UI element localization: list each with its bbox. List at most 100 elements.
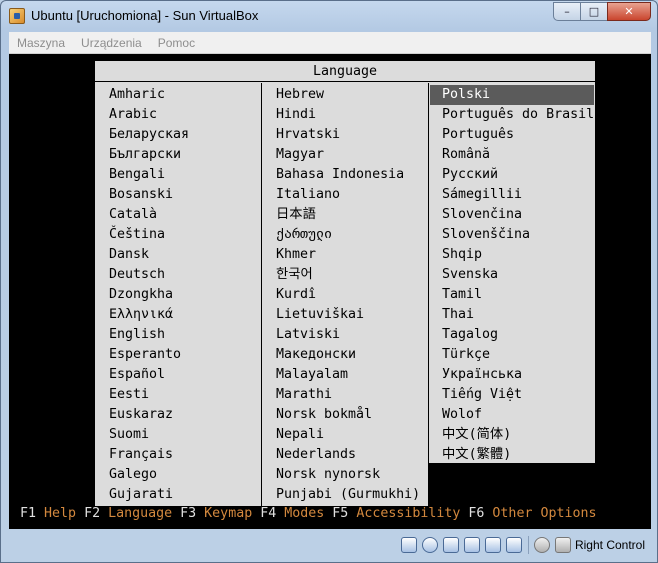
language-option[interactable]: Português do Brasil xyxy=(442,105,594,125)
fkey-key: F1 xyxy=(20,506,37,521)
language-option[interactable]: Ελληνικά xyxy=(109,305,261,325)
fkey-accessibility[interactable]: F5 Accessibility xyxy=(332,506,460,521)
language-option[interactable]: Lietuviškai xyxy=(276,305,428,325)
language-option[interactable]: Hebrew xyxy=(276,85,428,105)
language-option[interactable]: Esperanto xyxy=(109,345,261,365)
language-option[interactable]: Čeština xyxy=(109,225,261,245)
language-column-3: Polski Português do Brasil Português Română… xyxy=(430,85,594,465)
language-option[interactable]: Català xyxy=(109,205,261,225)
language-option[interactable]: Bahasa Indonesia xyxy=(276,165,428,185)
minimize-button[interactable]: – xyxy=(553,2,581,21)
language-option[interactable]: Thai xyxy=(442,305,594,325)
maximize-button[interactable]: □ xyxy=(580,2,608,21)
language-option[interactable]: Kurdî xyxy=(276,285,428,305)
cd-icon[interactable] xyxy=(421,537,438,553)
language-option[interactable]: Svenska xyxy=(442,265,594,285)
language-option[interactable]: Tiếng Việt xyxy=(442,385,594,405)
language-option[interactable]: Italiano xyxy=(276,185,428,205)
language-option[interactable]: Português xyxy=(442,125,594,145)
language-option[interactable]: ქართული xyxy=(276,225,428,245)
language-option[interactable]: Marathi xyxy=(276,385,428,405)
language-option[interactable]: Galego xyxy=(109,465,261,485)
mouse-integration-icon[interactable] xyxy=(533,537,550,553)
language-option[interactable]: Français xyxy=(109,445,261,465)
language-option[interactable]: Suomi xyxy=(109,425,261,445)
language-option[interactable]: Română xyxy=(442,145,594,165)
language-option[interactable]: Русский xyxy=(442,165,594,185)
language-option[interactable]: 中文(简体) xyxy=(442,425,594,445)
dialog-title: Language xyxy=(95,61,595,82)
language-option[interactable]: Shqip xyxy=(442,245,594,265)
title-bar[interactable]: Ubuntu [Uruchomiona] - Sun VirtualBox – … xyxy=(1,1,657,31)
fkey-label: Other Options xyxy=(492,506,597,521)
network-icon[interactable] xyxy=(505,537,522,553)
column-separator xyxy=(428,83,429,506)
language-option[interactable]: Español xyxy=(109,365,261,385)
menu-help[interactable]: Pomoc xyxy=(150,36,203,50)
fkey-language[interactable]: F2 Language xyxy=(84,506,172,521)
vm-display[interactable]: Language Amharic Arabic Беларуская Българск… xyxy=(9,54,651,529)
fkey-label: Modes xyxy=(284,506,325,521)
status-separator xyxy=(527,536,529,554)
fkey-keymap[interactable]: F3 Keymap xyxy=(180,506,252,521)
language-option[interactable]: Euskaraz xyxy=(109,405,261,425)
language-option[interactable]: Български xyxy=(109,145,261,165)
fkey-help[interactable]: F1 Help xyxy=(20,506,76,521)
fkey-label: Help xyxy=(44,506,77,521)
language-option[interactable]: Hrvatski xyxy=(276,125,428,145)
language-option[interactable]: Norsk nynorsk xyxy=(276,465,428,485)
language-option[interactable]: Khmer xyxy=(276,245,428,265)
language-option[interactable]: Dzongkha xyxy=(109,285,261,305)
language-option[interactable]: Gujarati xyxy=(109,485,261,505)
host-key-label: Right Control xyxy=(574,538,645,552)
language-option[interactable]: Bengali xyxy=(109,165,261,185)
language-option[interactable]: Македонски xyxy=(276,345,428,365)
language-option[interactable]: Malayalam xyxy=(276,365,428,385)
language-option[interactable]: Українська xyxy=(442,365,594,385)
floppy-icon[interactable] xyxy=(442,537,459,553)
column-separator xyxy=(261,83,262,506)
close-button[interactable]: ✕ xyxy=(607,2,651,21)
language-option[interactable]: Latviski xyxy=(276,325,428,345)
language-option[interactable]: Amharic xyxy=(109,85,261,105)
language-option[interactable]: Dansk xyxy=(109,245,261,265)
language-option[interactable]: Hindi xyxy=(276,105,428,125)
language-option[interactable]: Punjabi (Gurmukhi) xyxy=(276,485,428,505)
usb-icon[interactable] xyxy=(463,537,480,553)
language-option[interactable]: Slovenčina xyxy=(442,205,594,225)
language-option[interactable]: Deutsch xyxy=(109,265,261,285)
language-option[interactable]: Tamil xyxy=(442,285,594,305)
fkey-other-options[interactable]: F6 Other Options xyxy=(468,506,596,521)
language-option[interactable]: Arabic xyxy=(109,105,261,125)
dialog-corner xyxy=(429,463,595,506)
language-option-selected[interactable]: Polski xyxy=(430,85,594,105)
language-option[interactable]: Bosanski xyxy=(109,185,261,205)
language-option[interactable]: Беларуская xyxy=(109,125,261,145)
fkey-label: Keymap xyxy=(204,506,253,521)
hard-disk-icon[interactable] xyxy=(400,537,417,553)
language-option[interactable]: Türkçe xyxy=(442,345,594,365)
language-option[interactable]: 한국어 xyxy=(276,265,428,285)
fkey-key: F6 xyxy=(468,506,485,521)
language-option[interactable]: Nederlands xyxy=(276,445,428,465)
menu-devices[interactable]: Urządzenia xyxy=(73,36,150,50)
language-option[interactable]: Norsk bokmål xyxy=(276,405,428,425)
fkey-key: F2 xyxy=(84,506,101,521)
shared-folder-icon[interactable] xyxy=(484,537,501,553)
language-option[interactable]: Magyar xyxy=(276,145,428,165)
menu-machine[interactable]: Maszyna xyxy=(9,36,73,50)
fkey-modes[interactable]: F4 Modes xyxy=(260,506,324,521)
language-option[interactable]: Tagalog xyxy=(442,325,594,345)
language-option[interactable]: Eesti xyxy=(109,385,261,405)
language-option[interactable]: Slovenščina xyxy=(442,225,594,245)
language-option[interactable]: 中文(繁體) xyxy=(442,445,594,465)
fkey-key: F5 xyxy=(332,506,349,521)
language-option[interactable]: Nepali xyxy=(276,425,428,445)
language-option[interactable]: Sámegillii xyxy=(442,185,594,205)
window-title: Ubuntu [Uruchomiona] - Sun VirtualBox xyxy=(31,8,259,23)
language-option[interactable]: English xyxy=(109,325,261,345)
language-option[interactable]: 日本語 xyxy=(276,205,428,225)
window-controls: – □ ✕ xyxy=(553,2,651,21)
fkey-key: F4 xyxy=(260,506,277,521)
language-option[interactable]: Wolof xyxy=(442,405,594,425)
